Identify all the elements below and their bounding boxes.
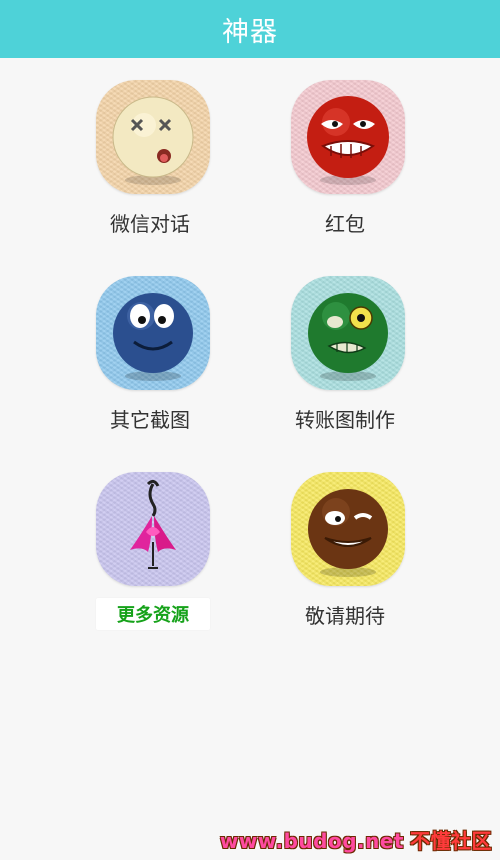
- tile-label: 红包: [325, 212, 365, 236]
- tile-coming-soon[interactable]: 敬请期待: [245, 450, 445, 640]
- brown-grin-icon: [291, 472, 405, 586]
- green-zombie-icon: [291, 276, 405, 390]
- page-title: 神器: [222, 16, 278, 48]
- watermark-site: www.budog.net: [219, 829, 404, 853]
- watermark: www.budog.net 不懂社区: [220, 825, 492, 854]
- dizzy-face-icon: [96, 80, 210, 194]
- tile-label: 转账图制作: [295, 408, 395, 432]
- tile-label: 其它截图: [110, 408, 190, 432]
- tile-label: 微信对话: [110, 212, 190, 236]
- tile-other-screenshots[interactable]: 其它截图: [50, 254, 250, 444]
- watermark-name: 不懂社区: [410, 829, 492, 853]
- tile-more-resources[interactable]: 更多资源: [50, 450, 250, 640]
- more-resources-badge: 更多资源: [96, 598, 210, 630]
- tile-wechat-chat[interactable]: 微信对话: [50, 58, 250, 248]
- tile-label: 更多资源: [117, 605, 189, 626]
- app-header: 神器: [0, 0, 500, 58]
- tile-label: 敬请期待: [305, 604, 385, 628]
- tile-red-packet[interactable]: 红包: [245, 58, 445, 248]
- tile-transfer-image[interactable]: 转账图制作: [245, 254, 445, 444]
- ribbon-figure-icon: [96, 472, 210, 586]
- blue-smiley-icon: [96, 276, 210, 390]
- angry-face-icon: [291, 80, 405, 194]
